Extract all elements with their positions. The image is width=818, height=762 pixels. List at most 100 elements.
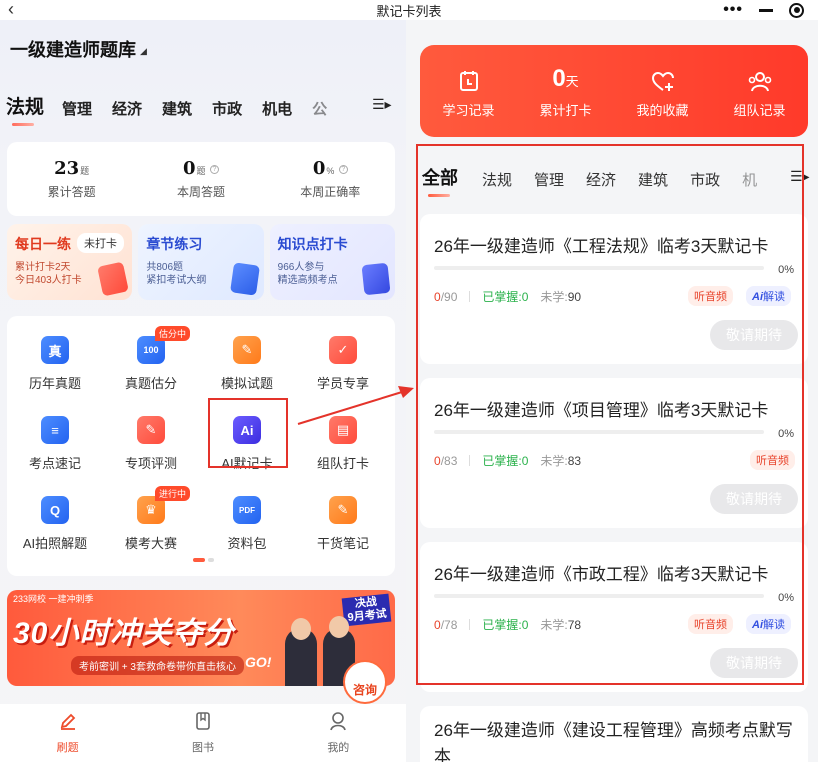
tab-practice[interactable]: 刷题 xyxy=(28,711,108,755)
book-icon xyxy=(196,712,210,730)
tab-profile[interactable]: 我的 xyxy=(298,711,378,755)
subject-tab[interactable]: 市政 xyxy=(212,98,242,119)
check-in-status-badge: 未打卡 xyxy=(77,233,124,253)
user-icon xyxy=(330,712,347,731)
grid-item-score-estimate[interactable]: 100 估分中 真题估分 xyxy=(103,326,199,392)
grid-item-label: 学员专享 xyxy=(316,376,369,391)
flashcard-list-panel: 学习记录 0天 累计打卡 我的收藏 组队记录 全部 法规 管理 经济 建筑 市政… xyxy=(406,20,818,762)
grid-item-materials[interactable]: PDF 资料包 xyxy=(199,496,295,552)
book-icon xyxy=(229,262,260,296)
summary-hero: 学习记录 0天 累计打卡 我的收藏 组队记录 xyxy=(420,45,808,137)
quick-notes-icon: ≡ xyxy=(41,416,69,444)
stat-value: 0 xyxy=(182,158,196,179)
minimize-icon[interactable] xyxy=(759,8,773,12)
grid-item-label: 真题估分 xyxy=(124,376,177,391)
banner-exam-tag-text: 决战 9月考试 xyxy=(347,595,388,624)
banner-go: GO! xyxy=(245,654,272,670)
team-record-button[interactable]: 组队记录 xyxy=(715,63,805,119)
back-icon[interactable]: ‹ xyxy=(8,0,14,20)
card-title: 章节练习 xyxy=(146,236,203,252)
flashcard-item[interactable]: 26年一级建造师《建设工程管理》高频考点默写本 xyxy=(420,706,808,762)
tab-label: 图书 xyxy=(191,742,214,754)
tab-label: 我的 xyxy=(327,742,350,754)
stats-card: 23题 累计答题 0题 ? 本周答题 0% ? 本周正确率 xyxy=(7,142,395,216)
info-icon[interactable]: ? xyxy=(209,165,219,175)
member-exclusive-icon: ✓ xyxy=(329,336,357,364)
grid-item-member-exclusive[interactable]: ✓ 学员专享 xyxy=(295,336,391,392)
stat-unit: 题 xyxy=(80,166,90,176)
team-icon xyxy=(748,72,771,92)
banner-subtitle: 考前密训 + 3套救命卷带你直击核心 xyxy=(71,656,244,675)
chapter-practice-card[interactable]: 章节练习 共806题 紧扣考试大纲 xyxy=(138,224,264,300)
subject-tab[interactable]: 公 xyxy=(312,98,327,119)
capsule-controls: ••• xyxy=(723,1,804,19)
grid-item-quick-notes[interactable]: ≡ 考点速记 xyxy=(7,416,103,472)
active-tab-indicator xyxy=(12,123,34,126)
bank-selector[interactable]: 一级建造师题库 ◢ xyxy=(10,36,147,62)
grid-item-mock-tests[interactable]: ✎ 模拟试题 xyxy=(199,336,295,392)
stat-value: 23 xyxy=(54,158,80,179)
tab-books[interactable]: 图书 xyxy=(163,711,243,755)
grid-item-mock-contest[interactable]: ♛ 进行中 模考大赛 xyxy=(103,486,199,552)
grid-item-notes[interactable]: ✎ 干货笔记 xyxy=(295,496,391,552)
subject-tab[interactable]: 法规 xyxy=(6,92,44,119)
stat-label: 本周答题 xyxy=(176,185,225,199)
subject-tab[interactable]: 机电 xyxy=(262,98,292,119)
teacher-head xyxy=(329,616,349,638)
check-in-days: 0天 累计打卡 xyxy=(521,63,611,119)
highlight-box xyxy=(208,398,288,468)
consult-label: 咨询 xyxy=(352,683,377,697)
calendar-icon xyxy=(459,71,478,91)
teacher-head xyxy=(291,618,311,640)
favorites-button[interactable]: 我的收藏 xyxy=(618,63,708,119)
page-indicator xyxy=(193,558,214,562)
status-badge: 估分中 xyxy=(155,326,191,341)
pencil-icon xyxy=(60,713,75,730)
info-icon[interactable]: ? xyxy=(338,165,348,175)
consult-button[interactable]: 咨询 xyxy=(343,660,387,704)
study-record-button[interactable]: 学习记录 xyxy=(424,63,514,119)
question-bank-panel: 一级建造师题库 ◢ 法规 管理 经济 建筑 市政 机电 公 ☰▸ 23题 累计答题… xyxy=(0,20,406,762)
check-in-days-unit: 天 xyxy=(565,74,579,89)
heart-plus-icon xyxy=(651,71,674,91)
bank-title: 一级建造师题库 xyxy=(10,40,136,60)
grid-item-label: AI拍照解题 xyxy=(22,536,88,551)
stat-label: 累计答题 xyxy=(47,185,96,199)
subject-menu-icon[interactable]: ☰▸ xyxy=(372,96,392,113)
bottom-tab-bar: 刷题 图书 我的 xyxy=(0,704,406,762)
hero-label: 组队记录 xyxy=(733,103,786,118)
team-check-in-icon: ▤ xyxy=(329,416,357,444)
status-badge: 进行中 xyxy=(155,486,191,501)
subject-tab[interactable]: 经济 xyxy=(112,98,142,119)
grid-item-label: 专项评测 xyxy=(124,456,177,471)
grid-item-label: 历年真题 xyxy=(28,376,81,391)
subject-tab[interactable]: 建筑 xyxy=(162,98,192,119)
window-title: 默记卡列表 xyxy=(376,3,442,19)
subject-tab[interactable]: 管理 xyxy=(62,98,92,119)
stat-unit: % xyxy=(326,166,335,176)
stat-unit: 题 xyxy=(196,166,206,176)
grid-item-label: 考点速记 xyxy=(28,456,81,471)
grid-item-special-assessment[interactable]: ✎ 专项评测 xyxy=(103,416,199,472)
knowledge-check-in-card[interactable]: 知识点打卡 966人参与 精选高频考点 xyxy=(269,224,395,300)
grid-item-label: 组队打卡 xyxy=(316,456,369,471)
flashcard-title: 26年一级建造师《建设工程管理》高频考点默写本 xyxy=(434,721,793,762)
tab-label: 刷题 xyxy=(56,742,79,754)
notes-icon: ✎ xyxy=(329,496,357,524)
daily-practice-card[interactable]: 每日一练 未打卡 累计打卡2天 今日403人打卡 xyxy=(7,224,133,300)
close-circle-icon[interactable] xyxy=(789,2,804,18)
page-dot-active xyxy=(193,558,205,562)
subject-tabs: 法规 管理 经济 建筑 市政 机电 公 xyxy=(6,92,347,119)
past-exams-icon: 真 xyxy=(41,336,69,364)
assessment-icon: ✎ xyxy=(137,416,165,444)
window-title-bar: ‹ 默记卡列表 ••• xyxy=(0,0,818,20)
stat-weekly: 0题 ? 本周答题 xyxy=(141,158,261,200)
promo-banner[interactable]: 233网校 一建冲刺季 30小时冲关夺分 考前密训 + 3套救命卷带你直击核心 … xyxy=(7,590,395,686)
calendar-icon xyxy=(361,262,391,296)
grid-item-past-exams[interactable]: 真 历年真题 xyxy=(7,336,103,392)
page-dot xyxy=(208,558,214,562)
grid-item-team-check-in[interactable]: ▤ 组队打卡 xyxy=(295,416,391,472)
more-icon[interactable]: ••• xyxy=(723,1,743,19)
grid-item-ai-photo-solve[interactable]: Q AI拍照解题 xyxy=(7,496,103,552)
banner-exam-tag: 决战 9月考试 xyxy=(341,593,392,627)
